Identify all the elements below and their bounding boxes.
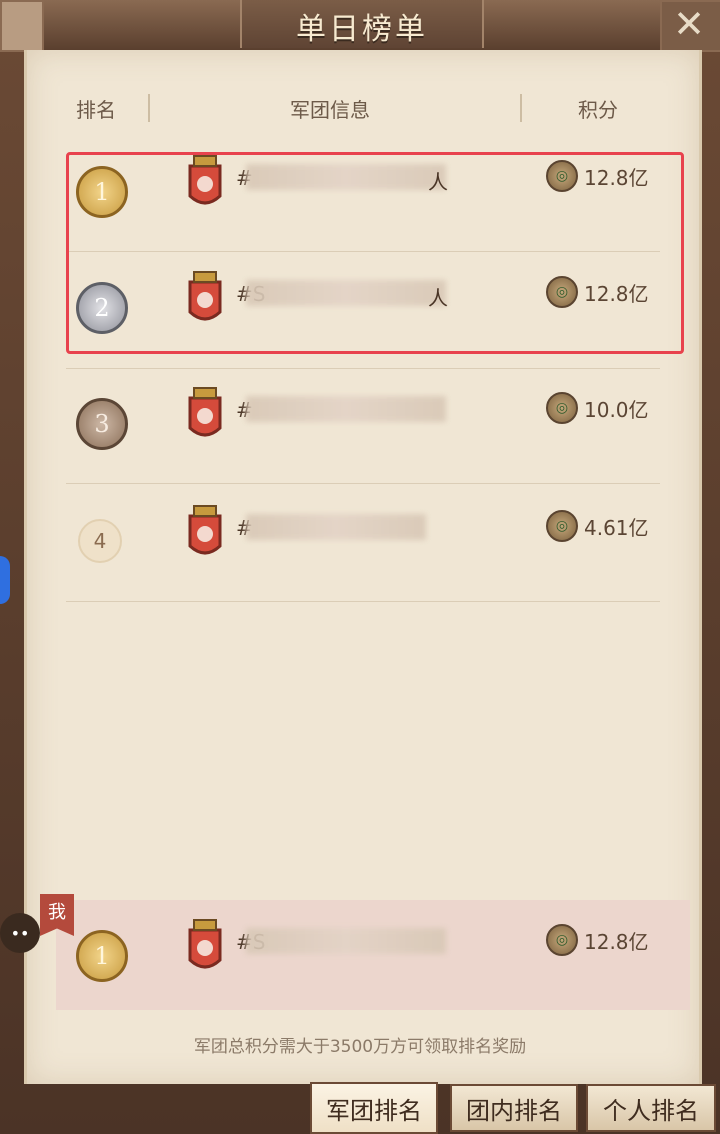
redacted-name — [246, 396, 446, 422]
guild-emblem-icon — [188, 387, 222, 437]
guild-emblem-icon — [188, 505, 222, 555]
title-plate: 单日榜单 — [240, 0, 484, 48]
column-score: 积分 — [578, 98, 618, 122]
highlight-box — [66, 152, 684, 354]
table-row[interactable]: 3 # ◎ 10.0亿 — [66, 368, 686, 484]
tab-bar: 军团排名 团内排名 个人排名 — [310, 1082, 720, 1134]
guild-score: 10.0亿 — [584, 398, 649, 422]
reward-notice: 军团总积分需大于3500万方可领取排名奖励 — [193, 1037, 527, 1057]
table-header: 排名 军团信息 积分 — [40, 78, 680, 136]
title-corner-left — [0, 0, 44, 52]
close-icon: ✕ — [673, 2, 705, 46]
column-rank: 排名 — [76, 98, 116, 122]
close-button[interactable]: ✕ — [666, 4, 712, 44]
title-bar: 单日榜单 ✕ — [0, 0, 720, 52]
row-divider — [66, 368, 660, 369]
guild-emblem-icon — [188, 919, 222, 969]
score-coin-icon: ◎ — [546, 924, 578, 956]
tab-in-guild-ranking[interactable]: 团内排名 — [450, 1084, 578, 1132]
redacted-name — [246, 514, 426, 540]
rank-medal-bronze: 3 — [76, 398, 128, 450]
table-row[interactable]: 4 # ◎ 4.61亿 — [66, 486, 686, 602]
row-divider — [66, 483, 660, 484]
row-divider — [66, 601, 660, 602]
redacted-name — [246, 928, 446, 954]
score-coin-icon: ◎ — [546, 392, 578, 424]
guild-score: 4.61亿 — [584, 516, 649, 540]
score-coin-icon: ◎ — [546, 510, 578, 542]
window-frame: 单日榜单 ✕ 排名 军团信息 积分 1 # 人 ◎ 12.8亿 2 人 ◎ 12… — [0, 0, 720, 1134]
guild-score: 12.8亿 — [584, 930, 649, 954]
tab-personal-ranking[interactable]: 个人排名 — [586, 1084, 716, 1132]
page-title: 单日榜单 — [296, 12, 428, 47]
rank-medal-gold: 1 — [76, 930, 128, 982]
tab-guild-ranking[interactable]: 军团排名 — [310, 1082, 438, 1134]
rank-number: 4 — [78, 519, 122, 563]
my-guild-row-content: 1 #S ◎ 12.8亿 — [66, 900, 686, 1016]
column-info: 军团信息 — [290, 98, 370, 122]
side-floating-button[interactable] — [0, 556, 10, 604]
header-divider — [520, 94, 522, 122]
chat-bubble-icon[interactable]: •• — [0, 913, 40, 953]
header-divider — [148, 94, 150, 122]
